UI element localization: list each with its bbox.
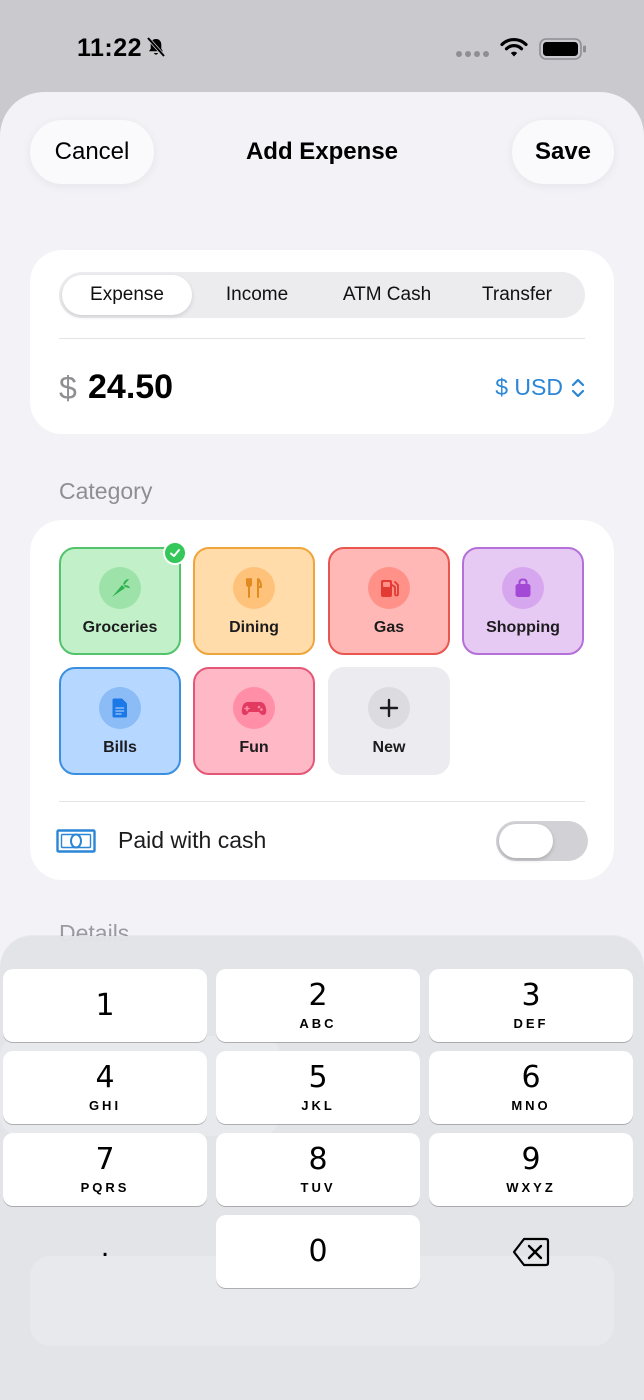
- key-letters: JKL: [301, 1098, 335, 1113]
- category-tile-new[interactable]: New: [328, 667, 450, 775]
- carrot-icon: [99, 567, 141, 609]
- key-letters: MNO: [511, 1098, 551, 1113]
- category-tile-dining[interactable]: Dining: [193, 547, 315, 655]
- fuel-pump-icon: [368, 567, 410, 609]
- category-tile-gas[interactable]: Gas: [328, 547, 450, 655]
- currency-symbol: $: [59, 370, 77, 406]
- key-8[interactable]: 8 TUV: [216, 1133, 420, 1206]
- key-digit: 1: [95, 987, 115, 1023]
- cellular-signal-icon: [456, 51, 489, 57]
- key-digit: 4: [95, 1060, 115, 1095]
- key-letters: PQRS: [80, 1180, 130, 1195]
- category-label: Bills: [103, 739, 137, 756]
- key-letters: GHI: [88, 1098, 122, 1113]
- category-label: Gas: [373, 619, 405, 636]
- category-label: New: [372, 739, 406, 756]
- paid-with-cash-toggle[interactable]: [496, 821, 588, 861]
- key-digit: 6: [521, 1060, 541, 1095]
- gamecontroller-icon: [233, 687, 275, 729]
- key-letters: DEF: [513, 1016, 549, 1031]
- status-bar: 11:22: [0, 0, 644, 92]
- key-3[interactable]: 3 DEF: [429, 969, 633, 1042]
- tab-expense[interactable]: Expense: [62, 275, 192, 315]
- transaction-type-segmented-control: Expense Income ATM Cash Transfer: [59, 272, 585, 318]
- amount-card: Expense Income ATM Cash Transfer $ 24.50…: [30, 250, 614, 434]
- key-digit: 2: [308, 978, 328, 1013]
- key-digit: 8: [308, 1142, 328, 1177]
- banknote-icon: [56, 829, 96, 853]
- save-button[interactable]: Save: [512, 120, 614, 184]
- key-delete[interactable]: [429, 1215, 633, 1288]
- category-label: Dining: [229, 619, 279, 636]
- tab-income[interactable]: Income: [192, 275, 322, 315]
- category-label: Fun: [239, 739, 269, 756]
- document-icon: [99, 687, 141, 729]
- wifi-icon: [500, 37, 528, 57]
- shopping-bag-icon: [502, 567, 544, 609]
- paid-with-cash-row: Paid with cash: [56, 810, 588, 870]
- amount-value: 24.50: [88, 368, 174, 406]
- key-0[interactable]: 0: [216, 1215, 420, 1288]
- currency-picker[interactable]: $ USD: [495, 374, 585, 401]
- paid-with-cash-label: Paid with cash: [118, 827, 267, 853]
- key-letters: TUV: [300, 1180, 336, 1195]
- key-decimal[interactable]: .: [3, 1215, 207, 1288]
- category-card: Groceries Dining Gas Shopping Bills Fun …: [30, 520, 614, 880]
- amount-field[interactable]: $ 24.50 $ USD: [59, 368, 585, 408]
- key-digit: 0: [308, 1233, 328, 1269]
- category-tile-bills[interactable]: Bills: [59, 667, 181, 775]
- toggle-knob: [499, 824, 553, 858]
- key-5[interactable]: 5 JKL: [216, 1051, 420, 1124]
- delete-left-icon: [512, 1237, 550, 1266]
- key-digit: 9: [521, 1142, 541, 1177]
- battery-icon: [539, 38, 586, 60]
- divider: [59, 801, 585, 802]
- chevron-up-down-icon: [571, 378, 585, 397]
- status-time: 11:22: [77, 34, 143, 62]
- key-2[interactable]: 2 ABC: [216, 969, 420, 1042]
- currency-picker-label: $ USD: [495, 374, 563, 400]
- key-6[interactable]: 6 MNO: [429, 1051, 633, 1124]
- numeric-keypad: 1 2 ABC 3 DEF 4 GHI 5 JKL 6 MNO 7 PQRS 8…: [0, 936, 644, 1400]
- category-label: Shopping: [486, 619, 560, 636]
- category-section-label: Category: [59, 478, 153, 504]
- key-decimal-label: .: [100, 1229, 110, 1263]
- category-tile-shopping[interactable]: Shopping: [462, 547, 584, 655]
- key-letters: ABC: [299, 1016, 337, 1031]
- tab-transfer[interactable]: Transfer: [452, 275, 582, 315]
- fork-knife-icon: [233, 567, 275, 609]
- key-digit: 7: [95, 1142, 115, 1177]
- category-tile-fun[interactable]: Fun: [193, 667, 315, 775]
- key-digit: 5: [308, 1060, 328, 1095]
- plus-icon: [368, 687, 410, 729]
- key-digit: 3: [521, 978, 541, 1013]
- checkmark-icon: [163, 541, 187, 565]
- tab-atm-cash[interactable]: ATM Cash: [322, 275, 452, 315]
- key-1[interactable]: 1: [3, 969, 207, 1042]
- bell-slash-icon: [146, 36, 166, 58]
- key-4[interactable]: 4 GHI: [3, 1051, 207, 1124]
- category-tile-groceries[interactable]: Groceries: [59, 541, 187, 655]
- key-letters: WXYZ: [506, 1180, 556, 1195]
- category-label: Groceries: [82, 619, 158, 636]
- divider: [59, 338, 585, 339]
- key-9[interactable]: 9 WXYZ: [429, 1133, 633, 1206]
- key-7[interactable]: 7 PQRS: [3, 1133, 207, 1206]
